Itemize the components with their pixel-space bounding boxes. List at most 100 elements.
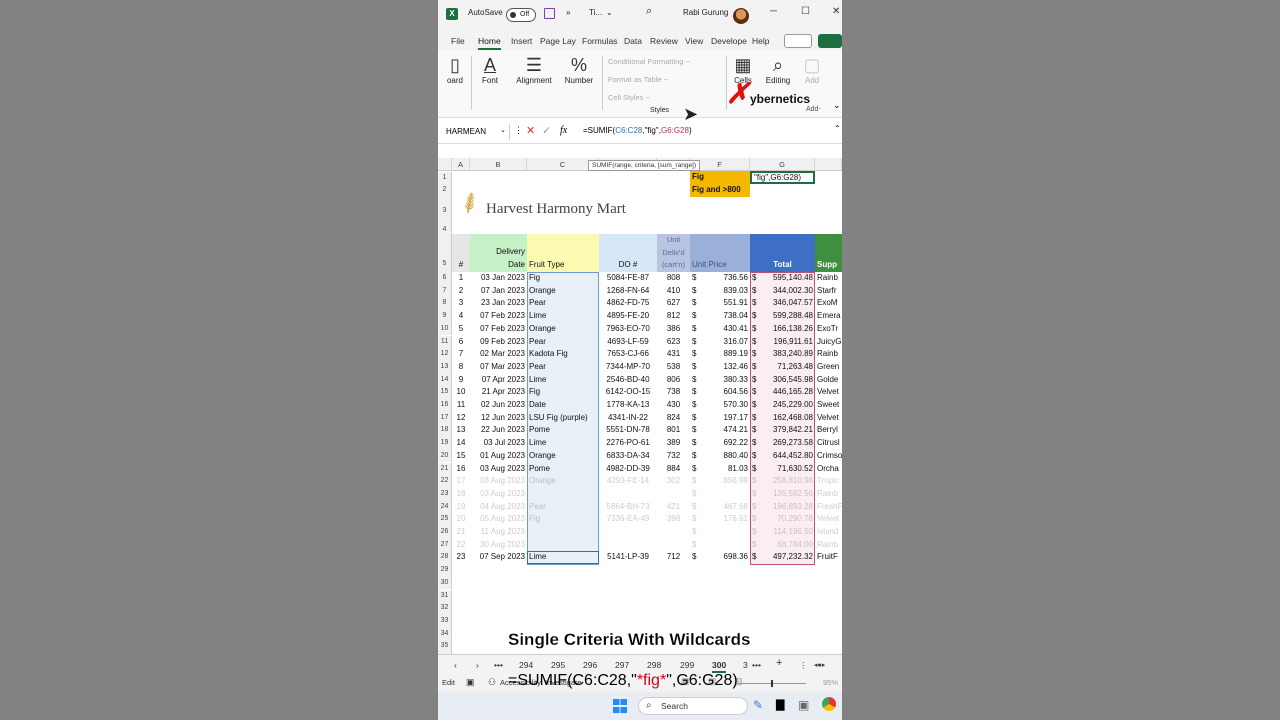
table-cell-cur[interactable]: $ — [690, 386, 702, 399]
row-header[interactable]: 22 — [438, 475, 452, 488]
table-cell-do[interactable]: 7963-EO-70 — [599, 323, 657, 336]
table-cell-fruit[interactable] — [527, 539, 599, 552]
table-cell-units[interactable]: 538 — [657, 361, 690, 374]
row-header[interactable]: 25 — [438, 513, 452, 526]
table-cell-tcur[interactable]: $ — [750, 450, 762, 463]
table-cell-date[interactable]: 03 Aug 2023 — [470, 488, 527, 501]
table-cell-price[interactable]: 889.19 — [702, 348, 750, 361]
table-cell-total[interactable]: 68,784.00 — [762, 539, 815, 552]
table-cell-price[interactable]: 604.56 — [702, 386, 750, 399]
more-sheets-right-button[interactable]: ••• — [752, 660, 761, 670]
table-cell-do[interactable]: 4895-FE-20 — [599, 310, 657, 323]
table-cell-do[interactable]: 5141-LP-39 — [599, 551, 657, 564]
row-header[interactable]: 23 — [438, 487, 452, 501]
row-header[interactable]: 3 — [438, 196, 452, 226]
table-cell-date[interactable]: 22 Jun 2023 — [470, 424, 527, 437]
row-header[interactable]: 2 — [438, 184, 452, 196]
row-header[interactable]: 35 — [438, 640, 452, 653]
table-cell-price[interactable]: 738.04 — [702, 310, 750, 323]
fx-icon[interactable]: fx — [560, 125, 567, 136]
table-cell-tcur[interactable]: $ — [750, 386, 762, 399]
sheet-menu-icon[interactable]: ⋮ — [799, 660, 808, 671]
row-header[interactable]: 5 — [438, 234, 452, 272]
table-cell-do[interactable]: 7653-CJ-66 — [599, 348, 657, 361]
table-cell-tcur[interactable]: $ — [750, 475, 762, 488]
table-cell-date[interactable]: 11 Aug 2023 — [470, 526, 527, 539]
table-cell-do[interactable] — [599, 539, 657, 552]
minimize-icon[interactable]: ─ — [770, 6, 777, 17]
table-cell-total[interactable]: 379,842.21 — [762, 424, 815, 437]
table-cell-fruit[interactable]: Fig — [527, 272, 599, 285]
table-cell-total[interactable]: 269,273.58 — [762, 437, 815, 450]
table-cell-date[interactable]: 04 Aug 2023 — [470, 501, 527, 514]
table-cell-cur[interactable]: $ — [690, 463, 702, 476]
enter-icon[interactable]: ✓ — [542, 124, 551, 137]
macro-icon[interactable]: ▣ — [466, 677, 475, 688]
table-cell-date[interactable]: 03 Aug 2023 — [470, 475, 527, 488]
row-header[interactable]: 11 — [438, 335, 452, 349]
table-cell-total[interactable]: 306,545.98 — [762, 374, 815, 387]
row-header[interactable]: 32 — [438, 602, 452, 615]
font-group[interactable]: A Font — [476, 54, 504, 85]
table-cell-date[interactable]: 12 Jun 2023 — [470, 412, 527, 425]
table-cell-supp[interactable]: Tropic — [815, 475, 842, 488]
table-cell-do[interactable]: 4982-DD-39 — [599, 463, 657, 476]
table-cell-fruit[interactable]: Orange — [527, 323, 599, 336]
table-cell-cur[interactable]: $ — [690, 539, 702, 552]
table-cell-total[interactable]: 346,047.57 — [762, 297, 815, 310]
table-cell-n[interactable]: 18 — [452, 488, 470, 501]
table-cell-n[interactable]: 21 — [452, 526, 470, 539]
table-cell-total[interactable]: 70,290.78 — [762, 513, 815, 526]
table-cell-units[interactable]: 623 — [657, 336, 690, 349]
table-cell-date[interactable]: 07 Feb 2023 — [470, 323, 527, 336]
table-cell-date[interactable]: 03 Jul 2023 — [470, 437, 527, 450]
more-sheets-button[interactable]: ••• — [494, 660, 503, 670]
table-cell-units[interactable] — [657, 488, 690, 501]
table-cell-n[interactable]: 17 — [452, 475, 470, 488]
table-cell-date[interactable]: 30 Aug 2023 — [470, 539, 527, 552]
column-header-b[interactable]: B — [470, 158, 527, 171]
table-cell-tcur[interactable]: $ — [750, 348, 762, 361]
row-header[interactable]: 4 — [438, 226, 452, 234]
table-cell-supp[interactable]: JuicyG — [815, 336, 842, 349]
table-cell-supp[interactable]: Rainb — [815, 539, 842, 552]
chevron-down-icon[interactable]: ⌄ — [500, 126, 506, 134]
table-cell-n[interactable]: 13 — [452, 424, 470, 437]
table-cell-supp[interactable]: FruitF — [815, 551, 842, 564]
table-cell-supp[interactable]: Island — [815, 526, 842, 539]
row-header[interactable]: 9 — [438, 310, 452, 323]
table-cell-date[interactable]: 07 Feb 2023 — [470, 310, 527, 323]
sheet-tab-299[interactable]: 299 — [680, 660, 694, 670]
table-cell-fruit[interactable]: Pome — [527, 424, 599, 437]
row-header[interactable]: 24 — [438, 500, 452, 514]
share-button[interactable] — [818, 34, 842, 48]
table-cell-fruit[interactable]: Date — [527, 399, 599, 412]
active-cell-edit[interactable]: "fig",G6:G28) — [750, 171, 815, 184]
table-cell-do[interactable]: 5084-FE-87 — [599, 272, 657, 285]
table-cell-tcur[interactable]: $ — [750, 323, 762, 336]
table-cell-do[interactable]: 4293-FE-14 — [599, 475, 657, 488]
row-header[interactable]: 29 — [438, 564, 452, 577]
comments-button[interactable] — [784, 34, 812, 48]
table-cell-do[interactable]: 2276-PO-61 — [599, 437, 657, 450]
table-cell-cur[interactable]: $ — [690, 297, 702, 310]
table-cell-total[interactable]: 196,893.28 — [762, 501, 815, 514]
tab-data[interactable]: Data — [624, 36, 642, 46]
table-cell-price[interactable]: 736.56 — [702, 272, 750, 285]
table-cell-supp[interactable]: Citrusl — [815, 437, 842, 450]
table-cell-date[interactable]: 09 Feb 2023 — [470, 336, 527, 349]
table-cell-units[interactable]: 410 — [657, 285, 690, 298]
table-cell-units[interactable]: 801 — [657, 424, 690, 437]
table-cell-tcur[interactable]: $ — [750, 336, 762, 349]
terminal-icon[interactable]: ▇ — [776, 698, 784, 711]
table-cell-supp[interactable]: Rainb — [815, 272, 842, 285]
table-cell-cur[interactable]: $ — [690, 361, 702, 374]
table-cell-price[interactable]: 430.41 — [702, 323, 750, 336]
more-icon[interactable]: ⋮ — [514, 125, 523, 136]
table-cell-cur[interactable]: $ — [690, 526, 702, 539]
addins-group[interactable]: ▢ Add — [802, 54, 822, 85]
table-cell-supp[interactable]: FreshF — [815, 501, 842, 514]
table-cell-cur[interactable]: $ — [690, 450, 702, 463]
table-cell-do[interactable]: 7344-MP-70 — [599, 361, 657, 374]
row-header[interactable]: 20 — [438, 449, 452, 463]
